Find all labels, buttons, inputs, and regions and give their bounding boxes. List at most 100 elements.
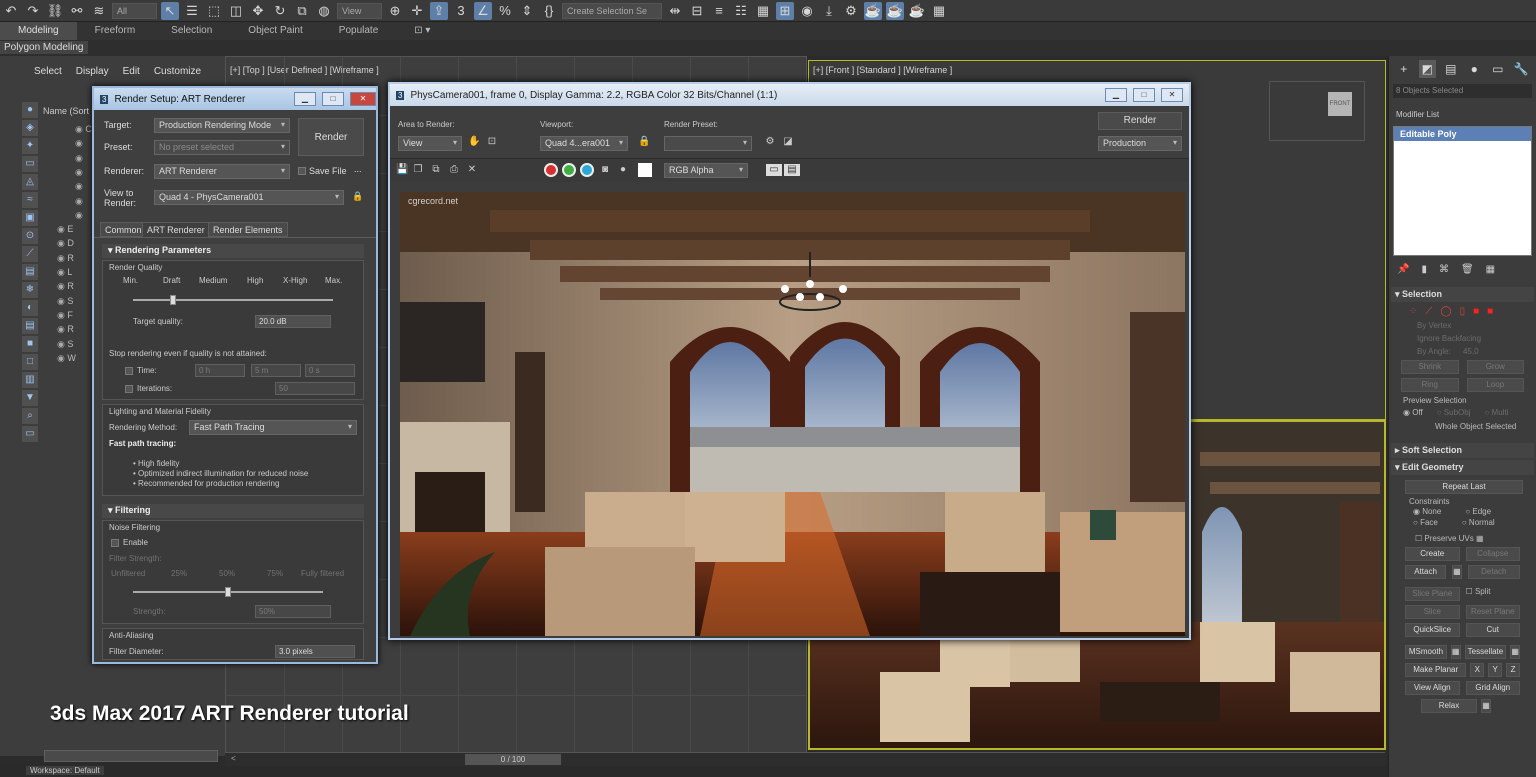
layer-icon[interactable]: ▭ bbox=[22, 426, 38, 442]
split-checkbox[interactable]: ☐ Split bbox=[1466, 587, 1520, 601]
schematic-view-icon[interactable]: ⊞ bbox=[776, 1, 794, 20]
repeat-last-button[interactable]: Repeat Last bbox=[1405, 480, 1523, 494]
material-editor-icon[interactable]: ◉ bbox=[798, 2, 816, 20]
constraint-edge-radio[interactable]: ○ Edge bbox=[1465, 507, 1491, 516]
attach-settings-icon[interactable]: ▦ bbox=[1452, 565, 1462, 579]
curve-editor-icon[interactable]: ▦ bbox=[754, 2, 772, 20]
filter-icon[interactable]: ● bbox=[22, 102, 38, 118]
tab-art-renderer[interactable]: ART Renderer bbox=[142, 222, 210, 237]
rendered-frame-icon[interactable]: ⚙ bbox=[842, 2, 860, 20]
display-channel-dropdown[interactable]: RGB Alpha bbox=[664, 163, 748, 178]
element-level-2-icon[interactable]: ■ bbox=[1487, 306, 1493, 317]
relax-button[interactable]: Relax bbox=[1421, 699, 1477, 713]
selection-rollout-header[interactable]: ▾ Selection bbox=[1391, 287, 1534, 302]
quality-slider-track[interactable] bbox=[133, 299, 333, 301]
viewport-front-label[interactable]: [+] [Front ] [Standard ] [Wireframe ] bbox=[813, 65, 952, 75]
save-file-browse-button[interactable]: ... bbox=[354, 164, 362, 174]
by-vertex-checkbox[interactable]: By Vertex bbox=[1389, 319, 1536, 332]
planar-x-button[interactable]: X bbox=[1470, 663, 1485, 677]
make-unique-icon[interactable]: ⌘ bbox=[1439, 264, 1449, 275]
msmooth-button[interactable]: MSmooth bbox=[1405, 645, 1447, 659]
keyboard-shortcut-icon[interactable]: ⇪ bbox=[430, 1, 448, 20]
auto-region-icon[interactable]: ⊡ bbox=[486, 136, 498, 148]
close-icon[interactable]: ✕ bbox=[350, 92, 376, 106]
make-planar-button[interactable]: Make Planar bbox=[1405, 663, 1467, 677]
geometry-icon[interactable]: ◈ bbox=[22, 120, 38, 136]
select-none-icon[interactable]: □ bbox=[22, 354, 38, 370]
iterations-checkbox[interactable] bbox=[125, 385, 133, 393]
viewport-top-label[interactable]: [+] [Top ] [User Defined ] [Wireframe ] bbox=[230, 65, 379, 75]
constraint-none-radio[interactable]: ◉ None bbox=[1413, 507, 1441, 516]
visibility-eye-icon[interactable]: ◉ bbox=[75, 196, 83, 206]
visibility-eye-icon[interactable]: ◉ bbox=[57, 238, 67, 248]
angle-snap-icon[interactable]: ∠ bbox=[474, 1, 492, 20]
group-icon[interactable]: ▣ bbox=[22, 210, 38, 226]
reset-plane-button[interactable]: Reset Plane bbox=[1465, 605, 1520, 619]
print-image-icon[interactable]: ⎙ bbox=[448, 164, 460, 176]
planar-y-button[interactable]: Y bbox=[1488, 663, 1503, 677]
strength-slider-knob[interactable] bbox=[225, 587, 231, 597]
xref-icon[interactable]: ⊙ bbox=[22, 228, 38, 244]
swatch-icon[interactable] bbox=[638, 163, 652, 177]
toggle-ribbon-icon[interactable]: ☷ bbox=[732, 2, 750, 20]
viewport-dropdown[interactable]: Quad 4...era001 bbox=[540, 136, 628, 151]
render-production-icon[interactable]: ☕ bbox=[864, 1, 882, 20]
render-preset-dropdown[interactable] bbox=[664, 136, 752, 151]
render-cloud-icon[interactable]: ▦ bbox=[930, 2, 948, 20]
pin-stack-icon[interactable]: 📌 bbox=[1397, 264, 1409, 275]
scene-tree-row[interactable]: ◉ R bbox=[57, 253, 87, 267]
render-setup-titlebar[interactable]: 3 Render Setup: ART Renderer ▁ □ ✕ bbox=[94, 88, 376, 110]
by-angle-checkbox[interactable]: By Angle: 45.0 bbox=[1389, 345, 1536, 358]
display-children-icon[interactable]: ▤ bbox=[22, 318, 38, 334]
green-channel-icon[interactable] bbox=[562, 163, 576, 177]
save-file-checkbox[interactable] bbox=[298, 167, 306, 175]
motion-tab-icon[interactable]: ● bbox=[1466, 60, 1484, 78]
edge-level-icon[interactable]: ⟋ bbox=[1425, 306, 1432, 317]
polygon-level-icon[interactable]: ▯ bbox=[1460, 306, 1466, 317]
time-seconds-spinner[interactable]: 0 s bbox=[305, 364, 355, 377]
display-tab-icon[interactable]: ▭ bbox=[1489, 60, 1507, 78]
configure-sets-icon[interactable]: ▦ bbox=[1486, 264, 1495, 275]
window-crossing-icon[interactable]: ◫ bbox=[227, 2, 245, 20]
visibility-eye-icon[interactable]: ◉ bbox=[57, 339, 67, 349]
scene-tree-row[interactable]: ◉ L bbox=[57, 267, 87, 281]
soft-selection-rollout-header[interactable]: ▸ Soft Selection bbox=[1391, 443, 1534, 458]
border-level-icon[interactable]: ◯ bbox=[1440, 306, 1451, 317]
visibility-eye-icon[interactable]: ◉ bbox=[57, 353, 67, 363]
menu-select[interactable]: Select bbox=[34, 66, 62, 77]
reference-coordinate-dropdown[interactable]: View bbox=[337, 2, 382, 19]
remove-modifier-icon[interactable]: 🗑 bbox=[1461, 264, 1474, 275]
view-to-render-dropdown[interactable]: Quad 4 - PhysCamera001 bbox=[154, 190, 344, 205]
pivot-icon[interactable]: ⊕ bbox=[386, 2, 404, 20]
bind-spacewarp-icon[interactable]: ≋ bbox=[90, 2, 108, 20]
mirror-icon[interactable]: ⇹ bbox=[666, 2, 684, 20]
redo-icon[interactable]: ↷ bbox=[24, 2, 42, 20]
tessellate-settings-icon[interactable]: ▦ bbox=[1510, 645, 1520, 659]
tab-selection[interactable]: Selection bbox=[153, 22, 230, 40]
time-slider-handle[interactable]: 0 / 100 bbox=[465, 754, 561, 765]
undo-icon[interactable]: ↶ bbox=[2, 2, 20, 20]
shrink-button[interactable]: Shrink bbox=[1401, 360, 1459, 374]
grid-align-button[interactable]: Grid Align bbox=[1465, 681, 1520, 695]
environment-effects-icon[interactable]: ◪ bbox=[782, 136, 794, 148]
red-channel-icon[interactable] bbox=[544, 163, 558, 177]
clone-window-icon[interactable]: ⧉ bbox=[430, 164, 442, 176]
vertex-level-icon[interactable]: ⁘ bbox=[1409, 306, 1417, 317]
visibility-eye-icon[interactable]: ◉ bbox=[75, 181, 83, 191]
preserve-uvs-checkbox[interactable]: ☐ Preserve UVs ▦ bbox=[1389, 528, 1536, 545]
rotate-icon[interactable]: ↻ bbox=[271, 2, 289, 20]
spacewarp-icon[interactable]: ≈ bbox=[22, 192, 38, 208]
spinner-snap-icon[interactable]: ⇕ bbox=[518, 2, 536, 20]
preview-off-radio[interactable]: ◉ Off bbox=[1403, 408, 1423, 417]
maximize-icon[interactable]: □ bbox=[322, 92, 344, 106]
percent-snap-icon[interactable]: % bbox=[496, 2, 514, 20]
unlink-icon[interactable]: ⚯ bbox=[68, 2, 86, 20]
layer-explorer-icon[interactable]: ≡ bbox=[710, 2, 728, 20]
visibility-eye-icon[interactable]: ◉ bbox=[57, 267, 67, 277]
modifier-list-dropdown[interactable]: Modifier List bbox=[1393, 108, 1532, 122]
preview-multi-radio[interactable]: ○ Multi bbox=[1484, 408, 1508, 417]
object-name-field[interactable]: 8 Objects Selected bbox=[1393, 84, 1532, 98]
select-object-icon[interactable]: ↖ bbox=[161, 1, 179, 20]
alpha-channel-icon[interactable]: ◙ bbox=[599, 164, 611, 176]
copy-image-icon[interactable]: ❐ bbox=[412, 164, 424, 176]
